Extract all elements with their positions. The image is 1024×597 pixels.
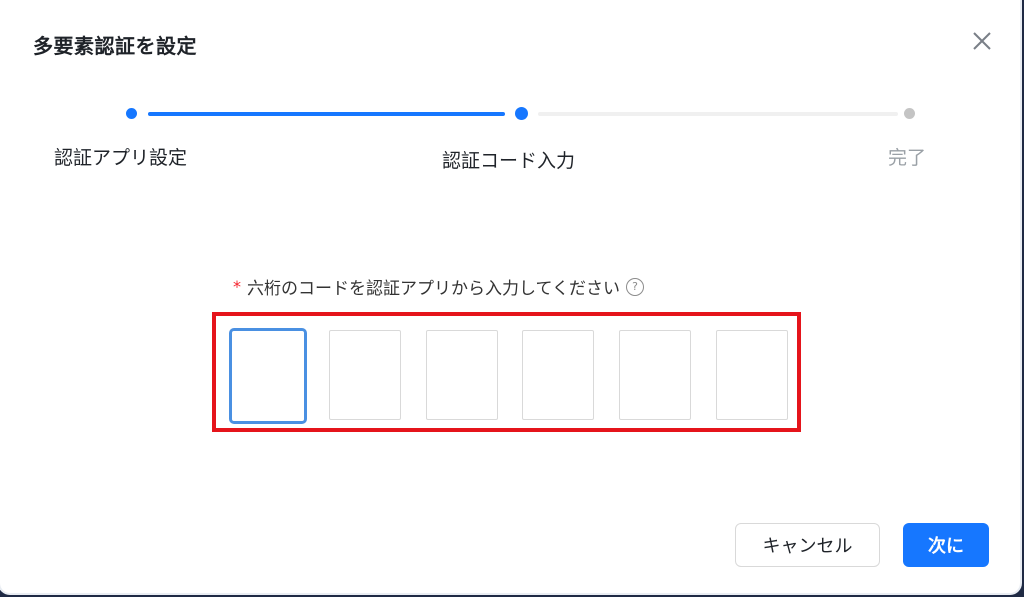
step-label-1: 認証アプリ設定 <box>54 147 188 169</box>
code-digit-3[interactable] <box>426 330 498 420</box>
code-digit-6[interactable] <box>716 330 788 420</box>
step-line-1 <box>148 112 505 116</box>
code-digit-2[interactable] <box>329 330 401 420</box>
step-dot-3 <box>904 108 915 119</box>
dialog-title: 多要素認証を設定 <box>33 34 197 58</box>
step-dot-1 <box>126 108 137 119</box>
step-label-3: 完了 <box>888 147 927 169</box>
step-dot-2 <box>515 107 528 120</box>
mfa-dialog: 多要素認証を設定 認証アプリ設定 認証コード入力 完了 * 六桁のコードを認証ア… <box>0 0 1020 593</box>
code-digit-5[interactable] <box>619 330 691 420</box>
code-digit-4[interactable] <box>522 330 594 420</box>
question-circle-icon[interactable]: ? <box>625 277 644 296</box>
step-line-2 <box>538 112 898 116</box>
next-button[interactable]: 次に <box>903 523 989 567</box>
step-label-2: 認証コード入力 <box>442 150 576 172</box>
cancel-button[interactable]: キャンセル <box>735 523 880 567</box>
required-mark: * <box>233 277 241 296</box>
stepper: 認証アプリ設定 認証コード入力 完了 <box>0 100 1020 180</box>
code-field-label: * 六桁のコードを認証アプリから入力してください ? <box>233 274 644 299</box>
code-instruction: 六桁のコードを認証アプリから入力してください <box>247 279 620 299</box>
code-digit-1[interactable] <box>229 328 307 424</box>
close-icon[interactable] <box>969 28 995 54</box>
